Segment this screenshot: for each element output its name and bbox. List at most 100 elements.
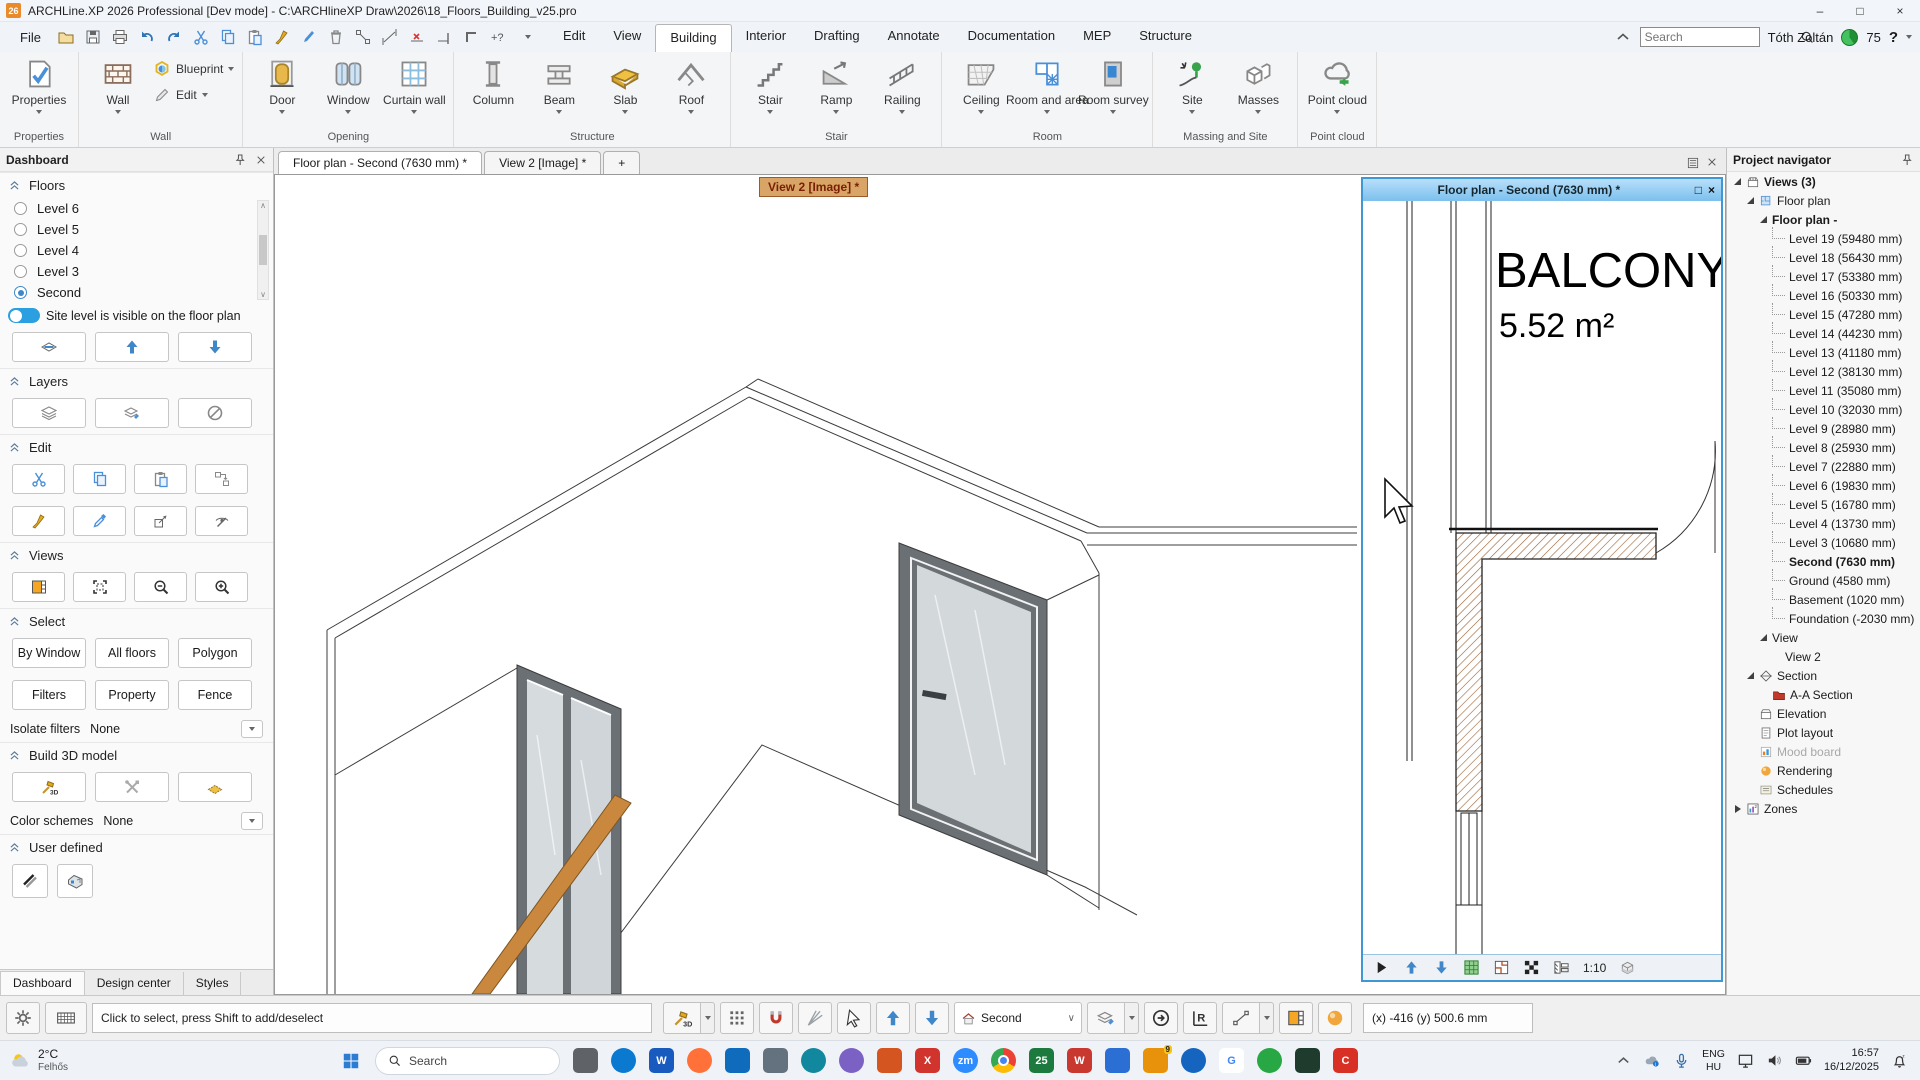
taskbar-app-x-app-icon[interactable]: X xyxy=(915,1048,940,1073)
ribbon-button-column[interactable]: Column xyxy=(462,56,524,107)
menu-mep[interactable]: MEP xyxy=(1069,24,1125,50)
radio-icon[interactable] xyxy=(14,223,27,236)
ribbon-button-stair[interactable]: Stair xyxy=(739,56,801,114)
taskbar-app-app-25-icon[interactable]: 25 xyxy=(1029,1048,1054,1073)
command-table-button[interactable] xyxy=(45,1002,87,1034)
delete-dimension-icon[interactable] xyxy=(404,25,430,49)
taskbar-app-compass-icon[interactable] xyxy=(1181,1048,1206,1073)
maximize-button[interactable]: □ xyxy=(1840,0,1880,22)
floors-scrollbar[interactable]: ∧∨ xyxy=(257,200,269,300)
select-fence-button[interactable]: Fence xyxy=(178,680,252,710)
measure-plus-icon[interactable]: +? xyxy=(485,25,511,49)
dropdown-caret-icon[interactable] xyxy=(411,110,417,114)
dropdown-caret-icon[interactable] xyxy=(202,93,208,97)
battery-icon[interactable] xyxy=(1795,1052,1812,1069)
dropdown-caret-icon[interactable] xyxy=(622,110,628,114)
slab-3d-button[interactable] xyxy=(178,772,252,802)
zoom-in-button[interactable] xyxy=(195,572,248,602)
menu-structure[interactable]: Structure xyxy=(1125,24,1206,50)
radio-icon[interactable] xyxy=(14,244,27,257)
ribbon-button-wall[interactable]: Wall xyxy=(87,56,149,114)
floor-radio-level-3[interactable]: Level 3 xyxy=(14,261,253,282)
dropdown-caret-icon[interactable] xyxy=(1255,110,1261,114)
eyedropper-button[interactable] xyxy=(73,506,126,536)
ribbon-button-blueprint[interactable]: Blueprint xyxy=(153,60,234,78)
isolate-filters-dropdown[interactable] xyxy=(241,720,263,738)
save-icon[interactable] xyxy=(80,25,106,49)
floor-radio-level-6[interactable]: Level 6 xyxy=(14,198,253,219)
paste-icon[interactable] xyxy=(242,25,268,49)
dropdown-caret-icon[interactable] xyxy=(556,110,562,114)
snap-button[interactable] xyxy=(759,1002,793,1034)
image-view-button[interactable] xyxy=(12,572,65,602)
dropdown-caret-icon[interactable] xyxy=(279,110,285,114)
tree-item-basement-1020-mm[interactable]: Basement (1020 mm) xyxy=(1727,590,1920,609)
tree-item-view[interactable]: View xyxy=(1727,628,1920,647)
grid-toggle-button[interactable] xyxy=(720,1002,754,1034)
ribbon-button-slab[interactable]: Slab xyxy=(594,56,656,114)
segment-button[interactable] xyxy=(1222,1002,1260,1034)
taskbar-app-libreoffice-icon[interactable] xyxy=(877,1048,902,1073)
taskbar-app-clock-icon[interactable]: 9 xyxy=(1143,1048,1168,1073)
layer-off-button[interactable] xyxy=(178,398,252,428)
floor-radio-second[interactable]: Second xyxy=(14,282,253,303)
fp-maximize-button[interactable]: □ xyxy=(1695,183,1702,197)
dropdown-caret-icon[interactable] xyxy=(115,110,121,114)
taskbar-app-terminal-icon[interactable] xyxy=(1295,1048,1320,1073)
taskbar-app-whatsapp-icon[interactable] xyxy=(1257,1048,1282,1073)
menu-documentation[interactable]: Documentation xyxy=(954,24,1069,50)
fit-view-button[interactable] xyxy=(73,572,126,602)
tree-expander-icon[interactable] xyxy=(1733,804,1743,814)
taskbar-app-browser-blue-icon[interactable] xyxy=(611,1048,636,1073)
radio-icon[interactable] xyxy=(14,265,27,278)
weather-widget[interactable]: 2°C Felhős xyxy=(0,1048,78,1072)
menu-annotate[interactable]: Annotate xyxy=(874,24,954,50)
open-icon[interactable] xyxy=(53,25,79,49)
tab-list-icon[interactable] xyxy=(1686,156,1700,170)
ribbon-button-window[interactable]: Window xyxy=(317,56,379,114)
trash-icon[interactable] xyxy=(323,25,349,49)
tools-button[interactable] xyxy=(95,772,169,802)
fp-close-button[interactable]: × xyxy=(1708,183,1715,197)
taskbar-app-onedrive-icon[interactable] xyxy=(763,1048,788,1073)
export-button[interactable] xyxy=(1144,1002,1178,1034)
ribbon-button-door[interactable]: Door xyxy=(251,56,313,114)
copy-icon[interactable] xyxy=(215,25,241,49)
tree-item-level-11-35080-mm[interactable]: Level 11 (35080 mm) xyxy=(1727,381,1920,400)
tree-item-level-14-44230-mm[interactable]: Level 14 (44230 mm) xyxy=(1727,324,1920,343)
active-floor-select[interactable]: Second ∨ xyxy=(954,1002,1082,1034)
taskbar-app-wps-icon[interactable]: W xyxy=(1067,1048,1092,1073)
notifications-icon[interactable]: z xyxy=(1891,1052,1908,1069)
onedrive-icon[interactable]: i xyxy=(1644,1052,1661,1069)
3d-box-icon[interactable] xyxy=(1619,959,1636,976)
taskbar-app-outlook-icon[interactable] xyxy=(725,1048,750,1073)
dropdown-caret-icon[interactable] xyxy=(228,67,234,71)
taskbar-app-zoom-icon[interactable]: zm xyxy=(953,1048,978,1073)
taskbar-app-google-icon[interactable]: G xyxy=(1219,1048,1244,1073)
tree-item-views-3[interactable]: Views (3) xyxy=(1727,172,1920,191)
taskbar-app-chrome-icon[interactable] xyxy=(991,1048,1016,1073)
layer-walk-button[interactable] xyxy=(95,398,169,428)
pin-icon[interactable] xyxy=(233,153,247,167)
build-3d-button[interactable]: 3D xyxy=(663,1002,701,1034)
tree-item-floor-plan[interactable]: Floor plan - xyxy=(1727,210,1920,229)
select-mode-button[interactable] xyxy=(837,1002,871,1034)
radio-icon[interactable] xyxy=(14,286,27,299)
floor-plan-view[interactable]: BALCONY 5.52 m² xyxy=(1363,201,1721,954)
node-move-icon[interactable] xyxy=(350,25,376,49)
tray-chevron-icon[interactable] xyxy=(1615,1052,1632,1069)
help-caret-icon[interactable] xyxy=(1906,35,1912,39)
select-by-window-button[interactable]: By Window xyxy=(12,638,86,668)
build-3d-button[interactable]: 3D xyxy=(12,772,86,802)
tree-item-level-6-19830-mm[interactable]: Level 6 (19830 mm) xyxy=(1727,476,1920,495)
display-icon[interactable] xyxy=(1737,1052,1754,1069)
language-switcher[interactable]: ENG HU xyxy=(1702,1048,1725,1072)
ribbon-button-site[interactable]: Site xyxy=(1161,56,1223,114)
menu-view[interactable]: View xyxy=(599,24,655,50)
print-icon[interactable] xyxy=(107,25,133,49)
house-3d-button[interactable] xyxy=(57,864,93,898)
floor-plan-small-icon[interactable] xyxy=(1493,959,1510,976)
tree-item-ground-4580-mm[interactable]: Ground (4580 mm) xyxy=(1727,571,1920,590)
help-button[interactable]: ? xyxy=(1889,29,1898,46)
tree-item-level-7-22880-mm[interactable]: Level 7 (22880 mm) xyxy=(1727,457,1920,476)
